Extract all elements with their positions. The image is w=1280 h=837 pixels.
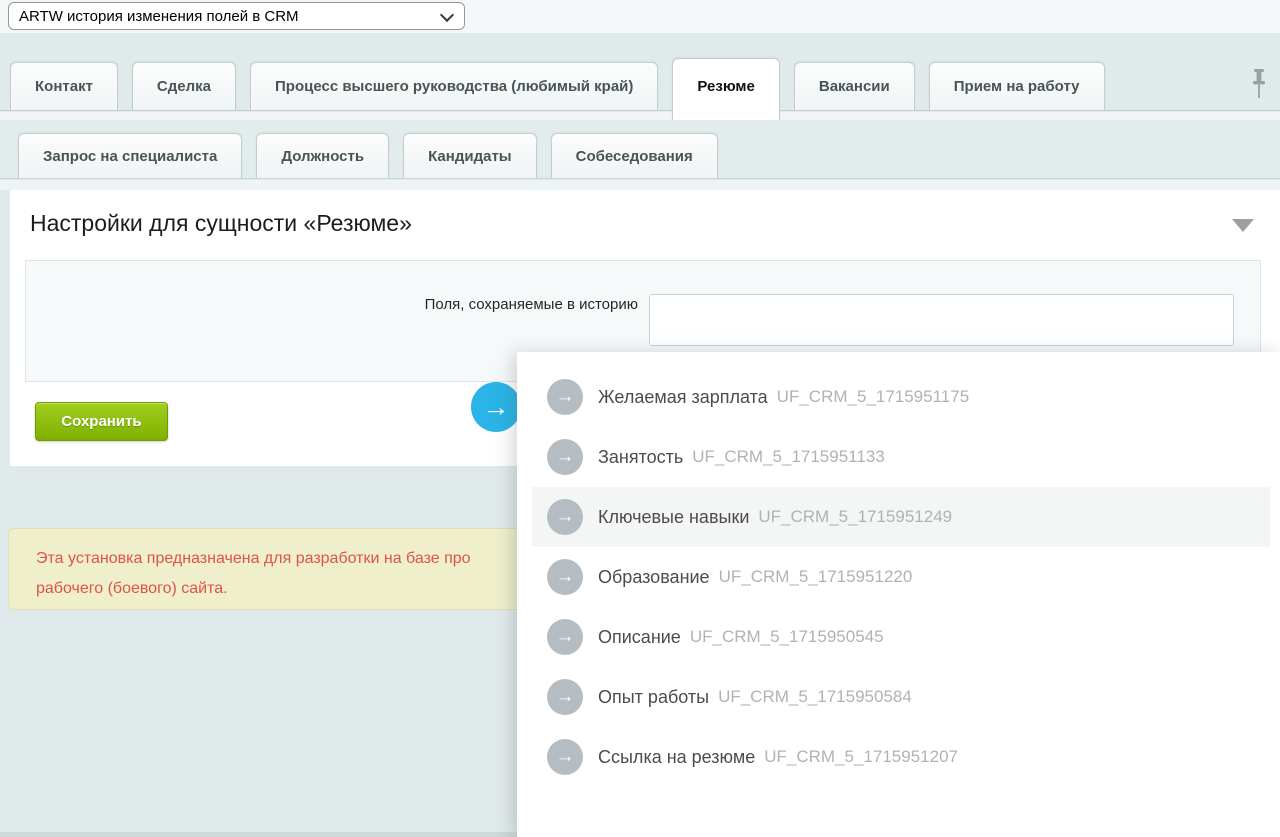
field-code: UF_CRM_5_1715951175 [777, 387, 969, 407]
field-name: Занятость [598, 447, 683, 468]
field-name: Описание [598, 627, 681, 648]
field-name: Образование [598, 567, 710, 588]
field-dropdown-item[interactable]: → Желаемая зарплата UF_CRM_5_1715951175 [532, 367, 1270, 427]
history-fields-input[interactable] [649, 294, 1234, 346]
tab-bar-separator [0, 112, 1280, 120]
field-name: Ссылка на резюме [598, 747, 755, 768]
secondary-tab[interactable]: Запрос на специалиста [18, 133, 242, 178]
secondary-tab-bar: Запрос на специалиста Должность Кандидат… [0, 120, 1280, 179]
primary-tab[interactable]: Резюме [672, 58, 779, 120]
panel-title: Настройки для сущности «Резюме» [30, 210, 412, 237]
top-bar: ARTW история изменения полей в CRM [0, 0, 1280, 34]
circle-arrow-icon: → [547, 559, 583, 595]
field-code: UF_CRM_5_1715951249 [758, 507, 952, 527]
field-dropdown-item[interactable]: → Образование UF_CRM_5_1715951220 [532, 547, 1270, 607]
page-bottom-edge [0, 832, 517, 837]
field-dropdown-item[interactable]: → Описание UF_CRM_5_1715950545 [532, 607, 1270, 667]
primary-tab[interactable]: Сделка [132, 62, 236, 110]
collapse-arrow-icon[interactable] [1232, 219, 1254, 232]
field-code: UF_CRM_5_1715951133 [692, 447, 884, 467]
save-button[interactable]: Сохранить [35, 402, 168, 441]
primary-tab[interactable]: Контакт [10, 62, 118, 110]
secondary-tab[interactable]: Должность [256, 133, 389, 178]
circle-arrow-icon: → [547, 619, 583, 655]
pin-icon[interactable] [1250, 68, 1268, 102]
secondary-tab[interactable]: Кандидаты [403, 133, 537, 178]
field-dropdown-item[interactable]: → Ключевые навыки UF_CRM_5_1715951249 [532, 487, 1270, 547]
field-dropdown-item[interactable]: → Занятость UF_CRM_5_1715951133 [532, 427, 1270, 487]
primary-tab[interactable]: Прием на работу [929, 62, 1105, 110]
circle-arrow-icon: → [547, 379, 583, 415]
circle-arrow-icon: → [547, 499, 583, 535]
field-code: UF_CRM_5_1715950545 [690, 627, 884, 647]
field-code: UF_CRM_5_1715951207 [764, 747, 958, 767]
primary-tab[interactable]: Процесс высшего руководства (любимый кра… [250, 62, 658, 110]
field-dropdown-item[interactable]: → Ссылка на резюме UF_CRM_5_1715951207 [532, 727, 1270, 787]
primary-tab[interactable]: Вакансии [794, 62, 915, 110]
circle-arrow-icon: → [547, 679, 583, 715]
primary-tab-bar: Контакт Сделка Процесс высшего руководст… [0, 33, 1280, 111]
field-dropdown-item[interactable]: → Опыт работы UF_CRM_5_1715950584 [532, 667, 1270, 727]
circle-arrow-icon: → [547, 439, 583, 475]
field-name: Опыт работы [598, 687, 709, 708]
pointer-arrow-button[interactable]: → [471, 382, 521, 432]
tab-bar-separator-2 [0, 180, 1280, 190]
field-code: UF_CRM_5_1715951220 [719, 567, 913, 587]
secondary-tab[interactable]: Собеседования [551, 133, 718, 178]
circle-arrow-icon: → [547, 739, 583, 775]
history-fields-label: Поля, сохраняемые в историю [26, 296, 638, 313]
field-name: Желаемая зарплата [598, 387, 768, 408]
field-dropdown: → Желаемая зарплата UF_CRM_5_1715951175 … [517, 352, 1280, 837]
field-code: UF_CRM_5_1715950584 [718, 687, 912, 707]
right-arrow-icon: → [483, 392, 510, 422]
field-name: Ключевые навыки [598, 507, 749, 528]
workflow-select[interactable]: ARTW история изменения полей в CRM [8, 2, 465, 30]
workflow-select-wrap: ARTW история изменения полей в CRM [8, 2, 465, 30]
